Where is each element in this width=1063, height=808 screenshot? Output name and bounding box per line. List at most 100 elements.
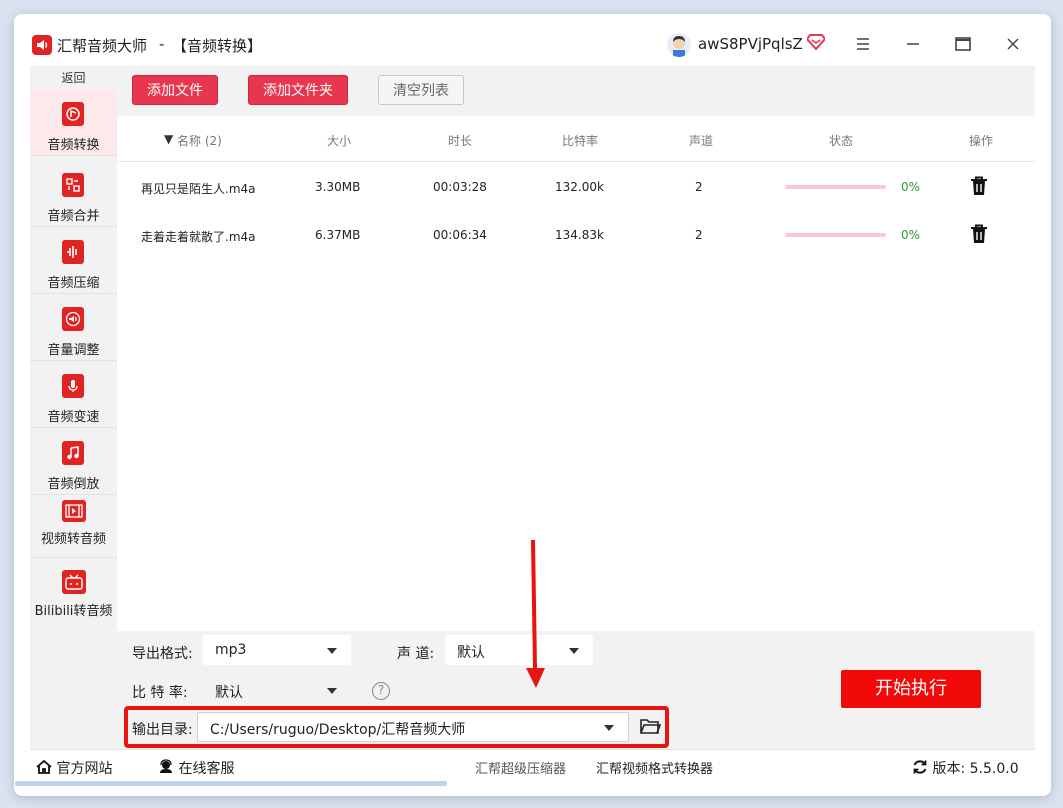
vip-diamond-icon[interactable] xyxy=(805,34,827,54)
sidebar-item-audio-compress[interactable]: 音频压缩 xyxy=(30,228,117,294)
outdir-label: 输出目录: xyxy=(132,722,193,738)
app-logo-icon xyxy=(32,35,52,55)
chevron-down-icon xyxy=(604,725,614,731)
table-header: ▼ 名称 (2) 大小 时长 比特率 声道 状态 操作 xyxy=(117,116,1035,162)
table-row[interactable]: 走着走着就散了.m4a 6.37MB 00:06:34 134.83k 2 0% xyxy=(117,211,1035,259)
compressor-link[interactable]: 汇帮超级压缩器 xyxy=(475,758,566,777)
scrollbar[interactable] xyxy=(15,781,447,786)
app-name: 汇帮音频大师 xyxy=(57,37,148,55)
format-select[interactable]: mp3 xyxy=(203,635,351,665)
film-icon xyxy=(62,500,86,522)
channel-label: 声 道: xyxy=(397,646,435,662)
footer: 官方网站 在线客服 汇帮超级压缩器 汇帮视频格式转换器 版本: 5.5.0.0 xyxy=(30,749,1035,779)
close-icon[interactable] xyxy=(998,30,1028,58)
col-name[interactable]: 名称 (2) xyxy=(177,132,222,149)
version-info[interactable]: 版本: 5.5.0.0 xyxy=(912,758,1019,778)
sidebar-item-label: 音频转换 xyxy=(47,138,100,153)
file-bitrate: 132.00k xyxy=(555,180,604,194)
main-panel: 添加文件 添加文件夹 清空列表 ▼ 名称 (2) 大小 时长 比特率 声道 状态… xyxy=(117,66,1035,631)
delete-icon[interactable] xyxy=(970,176,988,196)
sidebar-item-audio-merge[interactable]: 音频合并 xyxy=(30,161,117,227)
sidebar-item-label: 音量调整 xyxy=(47,343,100,358)
video-converter-link[interactable]: 汇帮视频格式转换器 xyxy=(596,758,713,777)
music-note-icon xyxy=(62,441,84,465)
file-channels: 2 xyxy=(695,180,703,194)
add-folder-button[interactable]: 添加文件夹 xyxy=(248,75,348,105)
file-bitrate: 134.83k xyxy=(555,228,604,242)
progress-bar xyxy=(785,185,886,189)
audio-convert-icon xyxy=(62,102,84,126)
website-link[interactable]: 官方网站 xyxy=(36,758,112,778)
sidebar-item-audio-speed[interactable]: 音频变速 xyxy=(30,362,117,428)
sidebar-item-label: 视频转音频 xyxy=(40,532,106,547)
headset-icon xyxy=(160,759,172,773)
bitrate-select[interactable]: 默认 xyxy=(203,675,351,705)
minimize-icon[interactable] xyxy=(898,30,928,58)
col-size: 大小 xyxy=(327,134,352,148)
sidebar-item-label: 音频合并 xyxy=(47,209,100,224)
add-file-button[interactable]: 添加文件 xyxy=(132,75,218,105)
sidebar-item-label: 音频变速 xyxy=(47,410,100,425)
col-channels: 声道 xyxy=(689,134,714,148)
chevron-down-icon xyxy=(327,648,337,654)
col-action: 操作 xyxy=(969,134,994,148)
sidebar-item-label: 音频倒放 xyxy=(47,477,100,492)
chevron-down-icon xyxy=(569,648,579,654)
file-channels: 2 xyxy=(695,228,703,242)
table-row[interactable]: 再见只是陌生人.m4a 3.30MB 00:03:28 132.00k 2 0% xyxy=(117,163,1035,211)
home-icon xyxy=(36,759,52,774)
menu-icon[interactable] xyxy=(848,30,878,58)
sidebar: 返回 音频转换 音频合并 音频压缩 音量调整 音频变速 音频倒放 视频转音频 B… xyxy=(30,66,117,749)
file-name: 走着走着就散了.m4a xyxy=(141,230,256,244)
bitrate-value: 默认 xyxy=(215,685,243,701)
page-title: 【音频转换】 xyxy=(172,37,263,55)
sidebar-item-audio-reverse[interactable]: 音频倒放 xyxy=(30,429,117,495)
version-value: 5.5.0.0 xyxy=(969,761,1019,777)
volume-adjust-icon xyxy=(62,307,84,331)
website-label: 官方网站 xyxy=(56,761,113,777)
sidebar-item-bilibili[interactable]: Bilibili转音频 xyxy=(30,562,117,628)
sidebar-item-volume-adjust[interactable]: 音量调整 xyxy=(30,295,117,361)
progress-percent: 0% xyxy=(901,228,921,242)
clear-list-button[interactable]: 清空列表 xyxy=(378,75,464,105)
sort-desc-icon[interactable]: ▼ xyxy=(164,132,173,146)
avatar[interactable] xyxy=(667,33,691,57)
col-duration: 时长 xyxy=(448,134,473,148)
audio-compress-icon xyxy=(62,240,84,264)
sidebar-item-audio-convert[interactable]: 音频转换 xyxy=(30,90,117,156)
settings-panel: 导出格式: mp3 声 道: 默认 比 特 率: 默认 ? 开始执行 输出目录:… xyxy=(117,631,1035,749)
toolbar: 添加文件 添加文件夹 清空列表 xyxy=(117,66,1035,116)
output-dir-select[interactable]: C:/Users/ruguo/Desktop/汇帮音频大师 xyxy=(197,712,629,742)
file-size: 6.37MB xyxy=(315,228,361,242)
file-duration: 00:06:34 xyxy=(433,228,487,242)
maximize-icon[interactable] xyxy=(948,30,978,58)
bilibili-icon xyxy=(62,570,86,594)
channel-select[interactable]: 默认 xyxy=(445,635,593,665)
format-value: mp3 xyxy=(215,642,247,658)
folder-open-icon[interactable] xyxy=(639,715,662,737)
username[interactable]: awS8PVjPqlsZ xyxy=(698,35,803,53)
app-window: 汇帮音频大师 - 【音频转换】 awS8PVjPqlsZ 返回 音频转换 音频合… xyxy=(14,14,1051,796)
support-link[interactable]: 在线客服 xyxy=(158,758,234,778)
start-button[interactable]: 开始执行 xyxy=(841,670,981,708)
format-label: 导出格式: xyxy=(132,646,193,662)
sidebar-item-label: Bilibili转音频 xyxy=(34,604,113,619)
version-label: 版本: xyxy=(932,761,966,777)
sidebar-item-label: 音频压缩 xyxy=(47,276,100,291)
file-duration: 00:03:28 xyxy=(433,180,487,194)
back-button[interactable]: 返回 xyxy=(30,66,117,90)
bitrate-label: 比 特 率: xyxy=(132,685,188,701)
outdir-value: C:/Users/ruguo/Desktop/汇帮音频大师 xyxy=(210,722,466,738)
file-size: 3.30MB xyxy=(315,180,361,194)
support-label: 在线客服 xyxy=(178,761,235,777)
sidebar-item-video-to-audio[interactable]: 视频转音频 xyxy=(30,496,117,558)
help-icon[interactable]: ? xyxy=(372,682,390,700)
col-bitrate: 比特率 xyxy=(562,134,599,148)
audio-merge-icon xyxy=(62,173,84,197)
progress-percent: 0% xyxy=(901,180,921,194)
delete-icon[interactable] xyxy=(970,224,988,244)
microphone-icon xyxy=(62,374,84,398)
channel-value: 默认 xyxy=(457,645,485,661)
col-status: 状态 xyxy=(829,134,854,148)
title-bar: 汇帮音频大师 - 【音频转换】 awS8PVjPqlsZ xyxy=(14,14,1051,66)
